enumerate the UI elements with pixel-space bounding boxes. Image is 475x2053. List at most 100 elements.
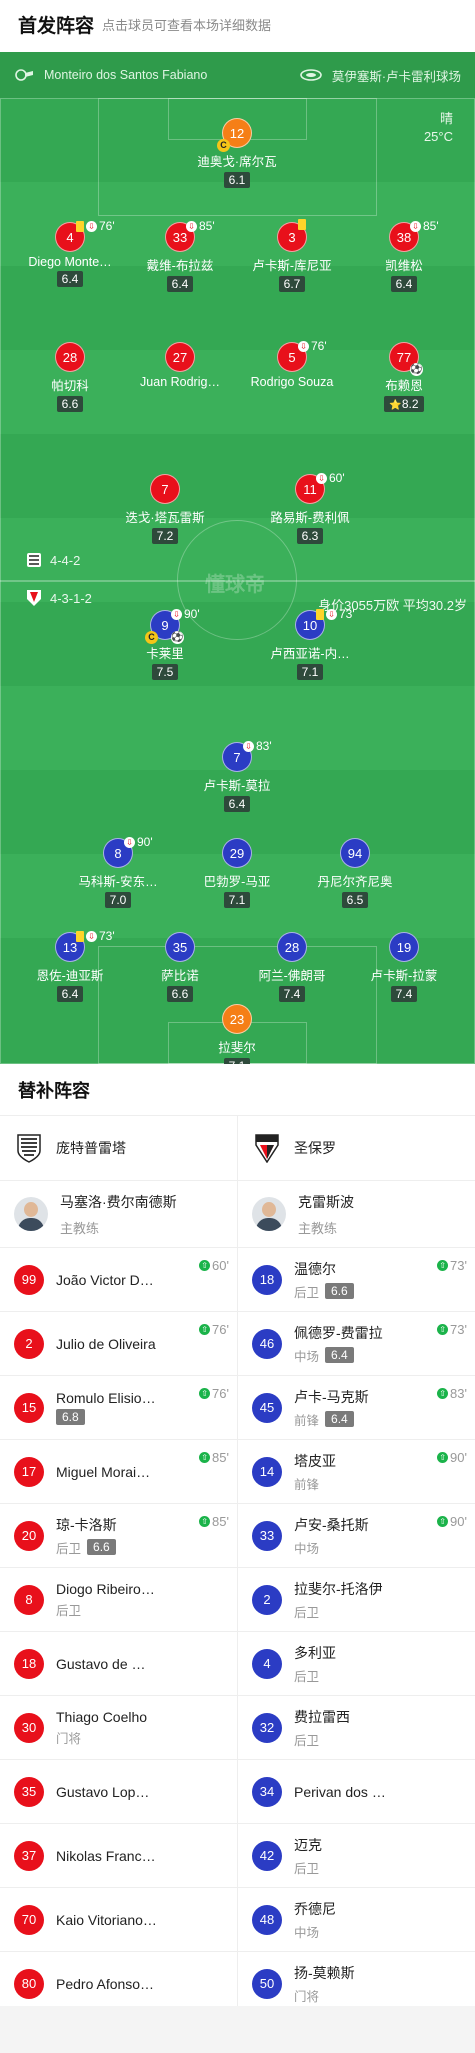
bench-player-row[interactable]: 4 多利亚 后卫 <box>238 1632 475 1696</box>
player-rating-value: 6.1 <box>228 173 246 187</box>
bench-player-row[interactable]: 42 迈克 后卫 <box>238 1824 475 1888</box>
goal-ball-icon: ⚽ <box>171 631 184 644</box>
player-rating: 6.6 <box>166 986 194 1002</box>
away-formation-text: 4-3-1-2 <box>50 590 92 606</box>
bench-player-row[interactable]: 2 拉斐尔-托洛伊 后卫 <box>238 1568 475 1632</box>
home-player[interactable]: 5 ⇩ 76' Rodrigo Souza <box>237 339 347 389</box>
bench-player-row[interactable]: 15 Romulo Elisio… 6.8 ⇧ 76' <box>0 1376 237 1440</box>
bench-player-row[interactable]: 20 琼-卡洛斯 后卫 6.6 ⇧ 85' <box>0 1504 237 1568</box>
away-player[interactable]: 23拉斐尔7.1 <box>182 1004 292 1064</box>
bench-player-row[interactable]: 70 Kaio Vitoriano… <box>0 1888 237 1952</box>
bench-player-name: Gustavo Lop… <box>56 1783 150 1800</box>
watermark-logo: 懂球帝 <box>205 574 265 596</box>
bench-player-row[interactable]: 32 费拉雷西 后卫 <box>238 1696 475 1760</box>
away-player[interactable]: 8 ⇩ 90' 马科斯-安东… 7.0 <box>63 835 173 909</box>
sub-out-icon: ⇩ <box>326 608 337 620</box>
away-player[interactable]: 19 卢卡斯-拉蒙 7.4 <box>349 932 459 1003</box>
bench-player-number: 46 <box>252 1328 282 1359</box>
home-player[interactable]: 38 ⇩ 85' 凯维松 6.4 <box>349 219 459 293</box>
bench-player-row[interactable]: 18 Gustavo de … <box>0 1632 237 1696</box>
player-rating-value: 8.2 <box>401 397 419 411</box>
home-player[interactable]: 4 ⇩ 76' Diego Monte… 6.4 <box>15 219 125 288</box>
bench-player-row[interactable]: 35 Gustavo Lop… <box>0 1760 237 1824</box>
bench-player-meta: 中场 6.4 <box>294 1346 383 1365</box>
home-player[interactable]: 3 卢卡斯-库尼亚 6.7 <box>237 219 347 293</box>
captain-icon: C <box>217 139 230 152</box>
home-player[interactable]: 77 ⚽ 布赖恩 ⭐8.2 <box>349 342 459 413</box>
sub-minute: 85' <box>423 219 439 233</box>
away-subs-list: 18 温德尔 后卫 6.6 ⇧ 73' 46 佩德罗-费雷拉 中场 6.4 ⇧ 73' 45 卢卡-马克斯… <box>238 1248 475 2016</box>
bench-player-meta: 后卫 <box>294 1858 322 1877</box>
home-player[interactable]: 28 帕切科 6.6 <box>15 342 125 413</box>
home-coach-row[interactable]: 马塞洛·费尔南德斯 主教练 <box>0 1181 237 1248</box>
bench-player-row[interactable]: 45 卢卡-马克斯 前锋 6.4 ⇧ 83' <box>238 1376 475 1440</box>
bench-player-row[interactable]: 48 乔德尼 中场 <box>238 1888 475 1952</box>
away-player[interactable]: 28 阿兰-佛朗哥 7.4 <box>237 932 347 1003</box>
bench-player-info: 卢安-桑托斯 中场 <box>294 1515 369 1557</box>
bench-player-number: 70 <box>14 1904 44 1935</box>
whistle-icon <box>15 69 33 81</box>
bench-player-row[interactable]: 37 Nikolas Franc… <box>0 1824 237 1888</box>
bench-player-meta: 前锋 <box>294 1474 336 1493</box>
bench-player-role: 中场 <box>294 1349 320 1364</box>
player-rating-value: 6.5 <box>346 893 364 907</box>
player-name: 凯维松 <box>385 259 423 273</box>
home-player[interactable]: 27 Juan Rodrig… <box>125 342 235 389</box>
bench-player-row[interactable]: 18 温德尔 后卫 6.6 ⇧ 73' <box>238 1248 475 1312</box>
home-formation-text: 4-4-2 <box>50 552 81 568</box>
player-number: 13 ⇩ 73' <box>55 929 115 962</box>
player-rating-value: 6.4 <box>395 277 413 291</box>
bench-player-number: 32 <box>252 1712 282 1743</box>
home-player[interactable]: 11 ⇩ 60' 路易斯-费利佩 6.3 <box>255 471 365 545</box>
away-player[interactable]: 35 萨比诺 6.6 <box>125 932 235 1003</box>
player-name: 卢卡斯-莫拉 <box>203 779 271 793</box>
bench-player-number: 80 <box>14 1968 44 1999</box>
weather-info: 晴 25°C <box>424 110 453 146</box>
player-name: Rodrigo Souza <box>250 375 334 389</box>
bench-player-row[interactable]: 99 João Victor D… ⇧ 60' <box>0 1248 237 1312</box>
player-name: 迪奥戈·席尔瓦 <box>197 155 277 169</box>
home-player[interactable]: 33 ⇩ 85' 戴维-布拉兹 6.4 <box>125 219 235 293</box>
player-rating: ⭐8.2 <box>384 396 424 412</box>
player-number: 7 <box>150 474 180 504</box>
sub-minute: 83' <box>256 739 272 753</box>
away-team-row[interactable]: 圣保罗 <box>238 1116 475 1181</box>
home-player[interactable]: 7 迭戈·塔瓦雷斯 7.2 <box>110 474 220 545</box>
ponte-preta-crest-icon <box>14 1132 44 1164</box>
bench-player-number: 99 <box>14 1264 44 1295</box>
player-number: 3 <box>277 219 307 252</box>
player-rating-value: 7.4 <box>395 987 413 1001</box>
bench-player-meta: 后卫 <box>294 1602 383 1621</box>
player-name: Diego Monte… <box>28 255 112 269</box>
bench-player-meta: 后卫 6.6 <box>56 1538 117 1557</box>
home-team-row[interactable]: 庞特普雷塔 <box>0 1116 237 1181</box>
away-player[interactable]: 29 巴勃罗-马亚 7.1 <box>182 838 292 909</box>
player-rating-value: 7.0 <box>109 893 127 907</box>
away-player[interactable]: 13 ⇩ 73' 恩佐-迪亚斯 6.4 <box>15 929 125 1003</box>
bench-player-meta: 后卫 <box>56 1600 155 1619</box>
bench-player-row[interactable]: 34 Perivan dos … <box>238 1760 475 1824</box>
bench-player-row[interactable]: 17 Miguel Morai… ⇧ 85' <box>0 1440 237 1504</box>
away-player[interactable]: 10 ⇩ 73' 卢西亚诺-内… 7.1 <box>255 607 365 681</box>
player-rating: 6.4 <box>56 271 84 287</box>
bench-player-row[interactable]: 33 卢安-桑托斯 中场 ⇧ 90' <box>238 1504 475 1568</box>
away-player[interactable]: 9 C ⚽ ⇩ 90' 卡莱里 7.5 <box>110 607 220 681</box>
sub-in-minute: ⇧ 85' <box>199 1450 229 1465</box>
bench-player-row[interactable]: 2 Julio de Oliveira ⇧ 76' <box>0 1312 237 1376</box>
bench-player-info: 卢卡-马克斯 前锋 6.4 <box>294 1387 369 1429</box>
player-number: 19 <box>389 932 419 962</box>
sub-in-minute: ⇧ 76' <box>199 1322 229 1337</box>
player-name: 恩佐-迪亚斯 <box>36 969 104 983</box>
bench-player-row[interactable]: 46 佩德罗-费雷拉 中场 6.4 ⇧ 73' <box>238 1312 475 1376</box>
home-player[interactable]: 12 C 迪奥戈·席尔瓦 6.1 <box>182 118 292 189</box>
bench-player-row[interactable]: 8 Diogo Ribeiro… 后卫 <box>0 1568 237 1632</box>
player-rating: 7.2 <box>151 528 179 544</box>
bench-player-number: 17 <box>14 1456 44 1487</box>
away-player[interactable]: 94 丹尼尔齐尼奥 6.5 <box>300 838 410 909</box>
bench-player-info: Kaio Vitoriano… <box>56 1912 157 1928</box>
away-coach-row[interactable]: 克雷斯波 主教练 <box>238 1181 475 1248</box>
away-player[interactable]: 7 ⇩ 83' 卢卡斯-莫拉 6.4 <box>182 739 292 813</box>
bench-player-row[interactable]: 14 塔皮亚 前锋 ⇧ 90' <box>238 1440 475 1504</box>
bench-player-row[interactable]: 30 Thiago Coelho 门将 <box>0 1696 237 1760</box>
bench-player-meta: 前锋 6.4 <box>294 1410 369 1429</box>
